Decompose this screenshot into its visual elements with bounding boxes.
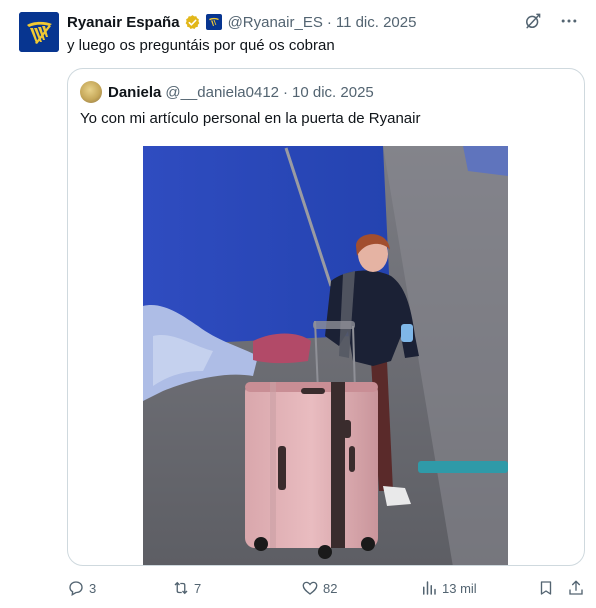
woman-with-pink-suitcase-photo — [143, 146, 508, 565]
separator-dot: · — [326, 13, 332, 31]
reply-button[interactable]: 3 — [67, 579, 96, 597]
repost-button[interactable]: 7 — [172, 579, 201, 597]
author-handle[interactable]: @Ryanair_ES — [228, 14, 323, 31]
heart-icon — [302, 581, 318, 595]
bookmark-icon — [540, 581, 552, 595]
grok-icon[interactable] — [522, 10, 544, 32]
author-name[interactable]: Ryanair España — [67, 14, 180, 31]
quoted-author-handle[interactable]: @__daniela0412 — [165, 84, 279, 101]
quoted-tweet-photo[interactable] — [143, 146, 508, 565]
daniela-avatar[interactable] — [80, 81, 102, 103]
tweet-text: y luego os preguntáis por qué os cobran — [67, 37, 335, 54]
share-icon — [569, 580, 583, 595]
tweet-timestamp[interactable]: 11 dic. 2025 — [336, 14, 417, 31]
tweet[interactable]: Ryanair España @Ryanair_ES · 11 dic. 202… — [0, 0, 596, 608]
bookmark-button[interactable] — [537, 579, 555, 597]
reply-icon — [69, 581, 83, 597]
reply-count: 3 — [89, 580, 97, 596]
ryanair-affiliate-badge-icon[interactable] — [205, 14, 222, 30]
verified-badge-icon[interactable] — [184, 14, 201, 31]
share-button[interactable] — [567, 579, 585, 597]
like-count: 82 — [323, 580, 338, 596]
views-count: 13 mil — [442, 580, 477, 596]
tweet-actions: 3 7 82 13 mil — [67, 576, 587, 600]
quoted-tweet[interactable]: Daniela @__daniela0412 · 10 dic. 2025 Yo… — [67, 68, 585, 566]
harp-mini-icon — [208, 17, 219, 26]
quoted-timestamp[interactable]: 10 dic. 2025 — [292, 84, 374, 101]
ryanair-harp-logo-icon — [19, 12, 59, 52]
like-button[interactable]: 82 — [301, 579, 337, 597]
views-button[interactable]: 13 mil — [420, 579, 477, 597]
grok-glyph — [526, 13, 541, 29]
tweet-top-actions — [522, 10, 580, 32]
quoted-author-name[interactable]: Daniela — [108, 84, 161, 101]
repost-count: 7 — [194, 580, 202, 596]
views-chart-icon — [423, 581, 436, 595]
ryanair-avatar[interactable] — [19, 12, 59, 52]
quoted-separator-dot: · — [283, 83, 289, 101]
quoted-tweet-text: Yo con mi artículo personal en la puerta… — [80, 110, 421, 127]
more-glyph — [561, 19, 577, 23]
tweet-header: Ryanair España @Ryanair_ES · 11 dic. 202… — [67, 12, 416, 32]
quoted-tweet-header: Daniela @__daniela0412 · 10 dic. 2025 — [80, 81, 374, 103]
more-icon[interactable] — [558, 10, 580, 32]
repost-icon — [174, 581, 188, 595]
